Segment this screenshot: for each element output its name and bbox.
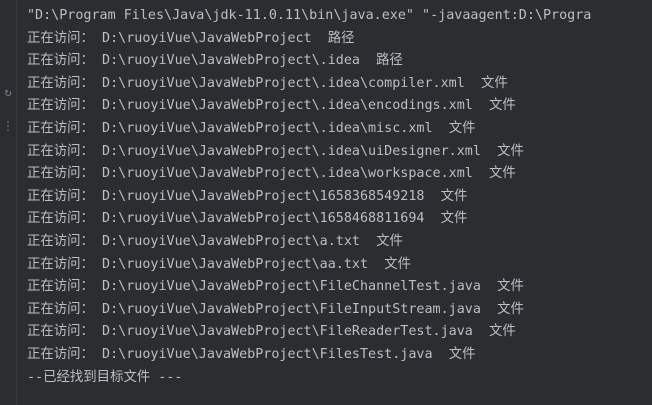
console-line-path: D:\ruoyiVue\JavaWebProject\.idea\compile… xyxy=(102,75,465,91)
console-line-path: D:\ruoyiVue\JavaWebProject\a.txt xyxy=(102,233,360,249)
console-line: 正在访问： D:\ruoyiVue\JavaWebProject\FileCha… xyxy=(27,276,652,299)
console-line: 正在访问： D:\ruoyiVue\JavaWebProject\FileRea… xyxy=(27,321,652,344)
console-line: 正在访问： D:\ruoyiVue\JavaWebProject\.idea\w… xyxy=(27,163,652,186)
console-line: 正在访问： D:\ruoyiVue\JavaWebProject\FileInp… xyxy=(27,299,652,322)
console-line-path: D:\ruoyiVue\JavaWebProject\FilesTest.jav… xyxy=(102,346,433,362)
console-line-kind: 文件 xyxy=(440,211,468,227)
console-line-path: D:\ruoyiVue\JavaWebProject\.idea\misc.xm… xyxy=(102,120,433,136)
console-line: 正在访问： D:\ruoyiVue\JavaWebProject\.idea\u… xyxy=(27,141,652,164)
console-output: "D:\Program Files\Java\jdk-11.0.11\bin\j… xyxy=(27,5,652,405)
console-line-label: 正在访问： xyxy=(27,256,94,272)
console-line-path: D:\ruoyiVue\JavaWebProject\FileChannelTe… xyxy=(102,279,481,295)
console-line-label: 正在访问： xyxy=(27,324,94,340)
console-line-kind: 文件 xyxy=(489,324,516,340)
console-line-label: 正在访问： xyxy=(27,30,94,46)
console-line: 正在访问： D:\ruoyiVue\JavaWebProject\.idea\c… xyxy=(27,73,652,96)
console-line: 正在访问： D:\ruoyiVue\JavaWebProject\.idea\e… xyxy=(27,95,652,118)
console-line: 正在访问： D:\ruoyiVue\JavaWebProject 路径 xyxy=(27,28,652,51)
console-line-kind: 文件 xyxy=(440,188,468,204)
console-line-kind: 文件 xyxy=(489,166,516,182)
console-line-path: D:\ruoyiVue\JavaWebProject\FileReaderTes… xyxy=(102,324,473,340)
console-line: 正在访问： D:\ruoyiVue\JavaWebProject\.idea 路… xyxy=(27,50,652,73)
console-line-kind: 路径 xyxy=(327,30,355,46)
console-gutter: ↻ ⋮ xyxy=(0,0,17,405)
console-line-kind: 文件 xyxy=(448,346,476,362)
console-line-path: D:\ruoyiVue\JavaWebProject\.idea\encodin… xyxy=(102,98,473,114)
console-line-label: 正在访问： xyxy=(27,53,94,69)
console-line-label: 正在访问： xyxy=(27,301,94,317)
console-line: 正在访问： D:\ruoyiVue\JavaWebProject\1658368… xyxy=(27,186,652,209)
console-line-path: D:\ruoyiVue\JavaWebProject\1658368549218 xyxy=(102,188,425,204)
console-line: 正在访问： D:\ruoyiVue\JavaWebProject\1658468… xyxy=(27,208,652,231)
console-line: 正在访问： D:\ruoyiVue\JavaWebProject\FilesTe… xyxy=(27,344,652,367)
console-line-label: 正在访问： xyxy=(27,233,94,249)
console-line-label: 正在访问： xyxy=(27,120,94,136)
console-line-path: D:\ruoyiVue\JavaWebProject xyxy=(102,30,312,46)
console-window: ↻ ⋮ "D:\Program Files\Java\jdk-11.0.11\b… xyxy=(0,0,652,405)
console-line-kind: 文件 xyxy=(497,301,524,317)
console-line-path: D:\ruoyiVue\JavaWebProject\.idea\uiDesig… xyxy=(102,143,481,159)
console-line-kind: 文件 xyxy=(384,256,411,272)
console-line-kind: 文件 xyxy=(497,279,524,295)
console-line-label: 正在访问： xyxy=(27,211,94,227)
console-line-label: 正在访问： xyxy=(27,279,94,295)
console-entries: 正在访问： D:\ruoyiVue\JavaWebProject 路径 正在访问：… xyxy=(27,28,652,367)
console-line-label: 正在访问： xyxy=(27,98,94,114)
console-line-label: 正在访问： xyxy=(27,346,94,362)
console-line-label: 正在访问： xyxy=(27,166,94,182)
console-line-kind: 文件 xyxy=(376,233,403,249)
console-footer-line: --已经找到目标文件 --- xyxy=(27,369,183,385)
console-line-kind: 文件 xyxy=(489,98,516,114)
console-line-kind: 文件 xyxy=(480,75,508,91)
console-command-line: "D:\Program Files\Java\jdk-11.0.11\bin\j… xyxy=(27,8,592,23)
console-line: 正在访问： D:\ruoyiVue\JavaWebProject\a.txt 文… xyxy=(27,231,652,254)
scroll-icon[interactable]: ⋮ xyxy=(2,120,14,132)
console-line-path: D:\ruoyiVue\JavaWebProject\.idea xyxy=(102,53,360,69)
console-line-label: 正在访问： xyxy=(27,188,94,204)
console-line-kind: 路径 xyxy=(376,53,403,69)
console-line-kind: 文件 xyxy=(497,143,524,159)
console-line-label: 正在访问： xyxy=(27,143,94,159)
rerun-icon[interactable]: ↻ xyxy=(2,86,14,98)
console-line-label: 正在访问： xyxy=(27,75,94,91)
console-line: 正在访问： D:\ruoyiVue\JavaWebProject\aa.txt … xyxy=(27,254,652,277)
console-line: 正在访问： D:\ruoyiVue\JavaWebProject\.idea\m… xyxy=(27,118,652,141)
console-line-path: D:\ruoyiVue\JavaWebProject\1658468811694 xyxy=(102,211,425,227)
console-line-kind: 文件 xyxy=(448,120,476,136)
console-line-path: D:\ruoyiVue\JavaWebProject\FileInputStre… xyxy=(102,301,481,317)
console-line-path: D:\ruoyiVue\JavaWebProject\.idea\workspa… xyxy=(102,166,473,182)
console-line-path: D:\ruoyiVue\JavaWebProject\aa.txt xyxy=(102,256,369,272)
